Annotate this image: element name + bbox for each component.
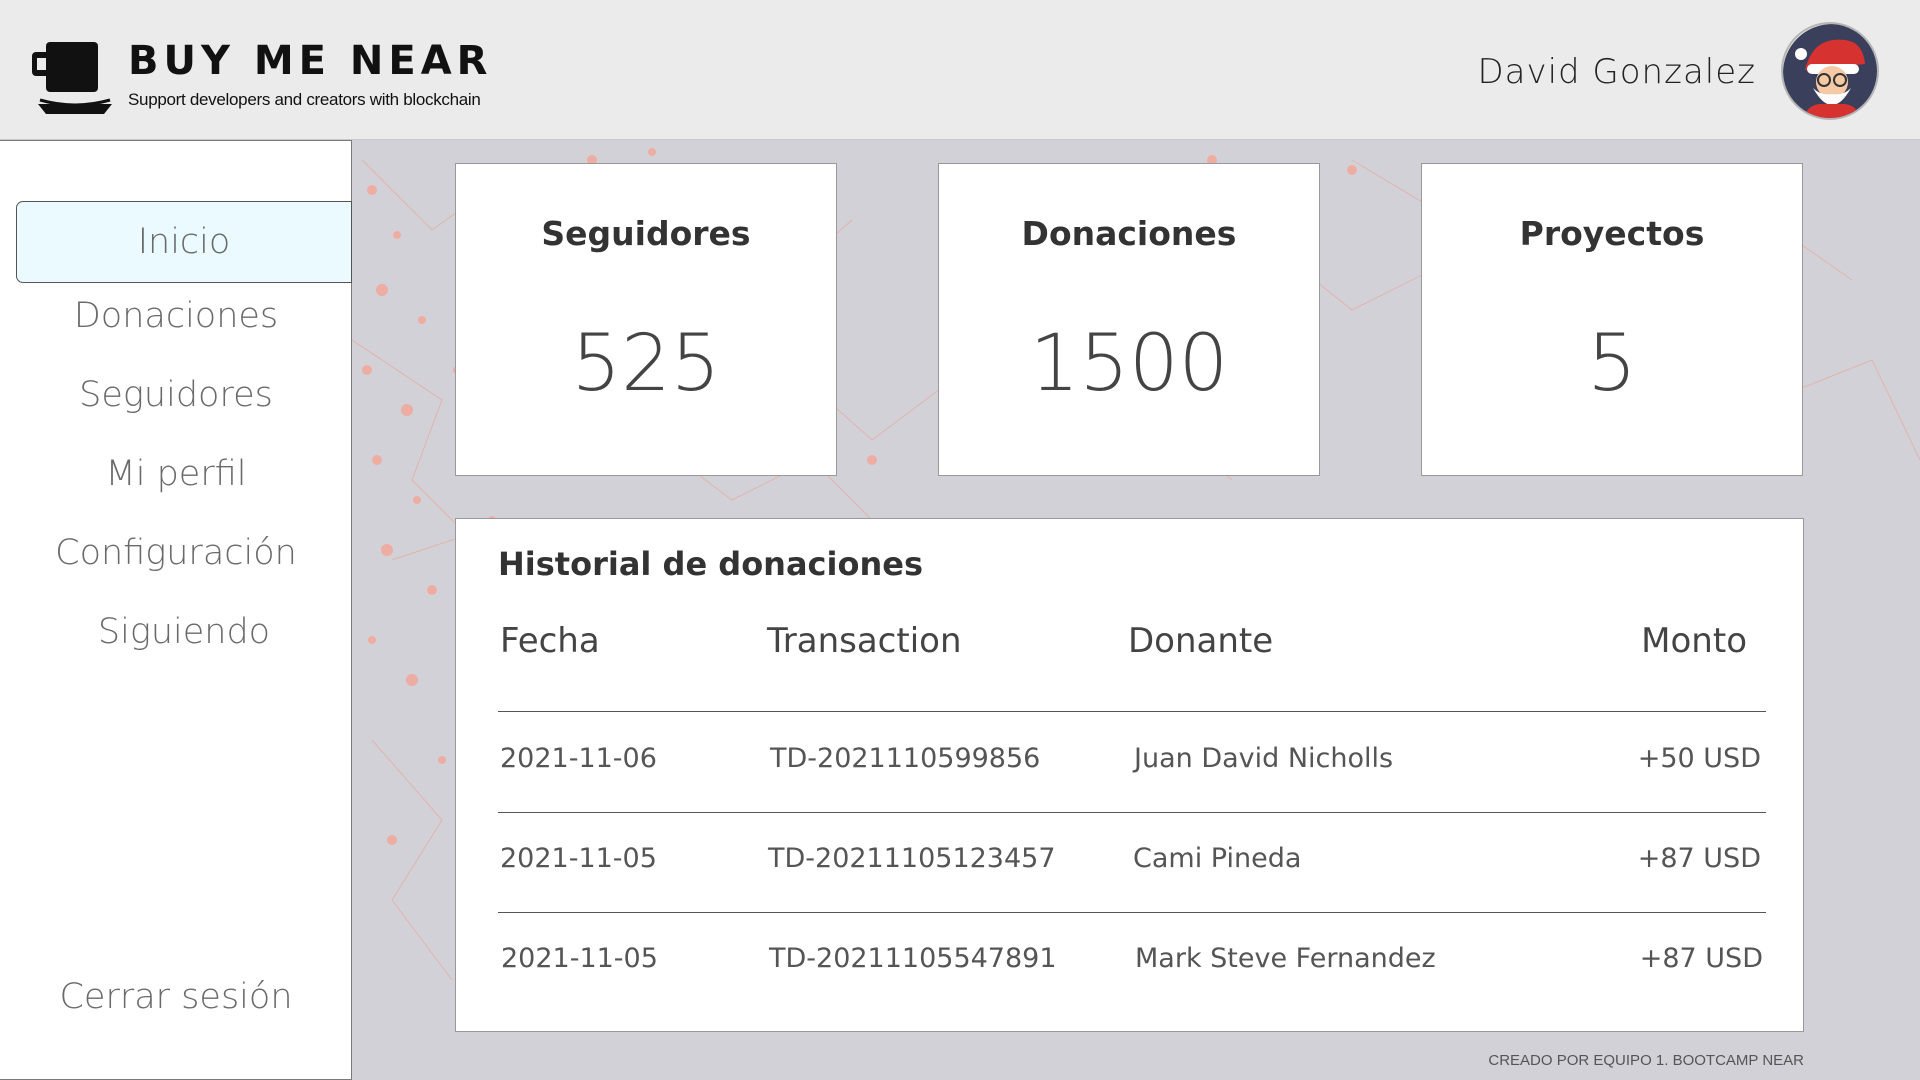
brand-title: BUY ME NEAR — [128, 38, 493, 84]
column-header-transaction: Transaction — [767, 621, 962, 661]
cell-monto: +87 USD — [1637, 843, 1761, 874]
user-avatar[interactable] — [1781, 22, 1879, 120]
column-header-monto: Monto — [1641, 621, 1747, 661]
cell-monto: +87 USD — [1639, 943, 1763, 974]
cell-transaction: TD-202111059985​6 — [770, 743, 1041, 774]
stat-title: Seguidores — [541, 214, 751, 253]
cell-transaction: TD-20211105547891 — [769, 943, 1057, 974]
sidebar-item-siguiendo[interactable]: Siguiendo — [8, 612, 360, 652]
cell-fecha: 2021-11-06 — [500, 743, 657, 774]
coffee-cup-icon[interactable] — [30, 38, 120, 120]
row-divider — [498, 812, 1766, 813]
cell-donante: Cami Pineda — [1133, 843, 1302, 874]
footer-credit: CREADO POR EQUIPO 1. BOOTCAMP NEAR — [1488, 1052, 1804, 1069]
stat-title: Donaciones — [1021, 214, 1237, 253]
history-title: Historial de donaciones — [498, 545, 923, 583]
stat-value: 525 — [571, 319, 721, 409]
cell-donante: Juan David Nicholls — [1134, 743, 1394, 774]
cell-donante: Mark Steve Fernandez — [1135, 943, 1436, 974]
sidebar-item-donaciones[interactable]: Donaciones — [0, 296, 352, 336]
stat-card-donaciones: Donaciones 1500 — [938, 163, 1320, 476]
column-header-fecha: Fecha — [500, 621, 600, 661]
stat-title: Proyectos — [1519, 214, 1705, 253]
brand-subtitle: Support developers and creators with blo… — [128, 90, 481, 109]
stat-card-proyectos: Proyectos 5 — [1421, 163, 1803, 476]
sidebar-item-configuracion[interactable]: Configuración — [0, 533, 352, 573]
app-header: BUY ME NEAR Support developers and creat… — [0, 0, 1920, 140]
cell-fecha: 2021-11-05 — [501, 943, 658, 974]
sidebar-item-inicio[interactable]: Inicio — [16, 201, 352, 283]
row-divider — [498, 912, 1766, 913]
user-name[interactable]: David Gonzalez — [1477, 52, 1756, 92]
stat-card-seguidores: Seguidores 525 — [455, 163, 837, 476]
column-header-donante: Donante — [1128, 621, 1274, 661]
sidebar-item-seguidores[interactable]: Seguidores — [0, 375, 352, 415]
sidebar-item-mi-perfil[interactable]: Mi perfil — [0, 454, 352, 494]
donation-history-panel: Historial de donaciones Fecha Transactio… — [455, 518, 1804, 1032]
sidebar: Inicio Donaciones Seguidores Mi perfil C… — [0, 140, 352, 1080]
stat-value: 5 — [1587, 319, 1637, 409]
row-divider — [498, 711, 1766, 712]
stat-value: 1500 — [1029, 319, 1229, 409]
logout-button[interactable]: Cerrar sesión — [0, 977, 352, 1017]
santa-avatar — [1783, 24, 1877, 118]
cell-transaction: TD-20211105123457 — [768, 843, 1056, 874]
cell-monto: +50 USD — [1637, 743, 1761, 774]
cell-fecha: 2021-11-05 — [500, 843, 657, 874]
